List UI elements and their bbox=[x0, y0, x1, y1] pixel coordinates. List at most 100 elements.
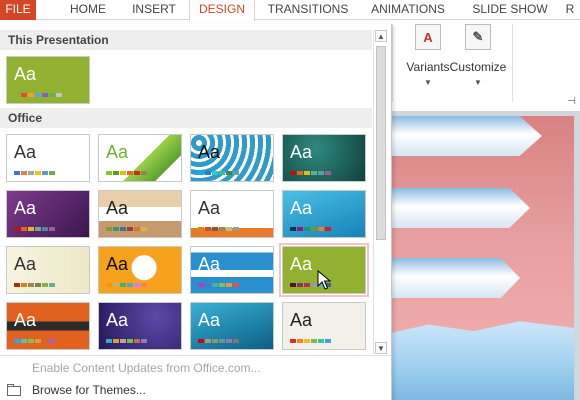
theme-thumb-organic[interactable]: Aa bbox=[98, 190, 182, 238]
slide-preview[interactable] bbox=[392, 116, 574, 400]
chevron-shape bbox=[392, 258, 520, 298]
color-swatch bbox=[134, 171, 140, 175]
scrollbar-thumb[interactable] bbox=[376, 46, 386, 240]
theme-thumb-frame[interactable]: Aa bbox=[98, 302, 182, 350]
pin-ribbon-icon[interactable]: ⊣ bbox=[567, 96, 576, 107]
color-swatch bbox=[141, 283, 147, 287]
color-swatch bbox=[28, 171, 34, 175]
theme-thumb-slice[interactable]: Aa bbox=[282, 190, 366, 238]
tab-file[interactable]: FILE bbox=[0, 0, 36, 20]
color-swatch bbox=[290, 283, 296, 287]
ribbon-tab-bar: FILE HOME INSERT DESIGN TRANSITIONS ANIM… bbox=[0, 0, 580, 21]
color-swatch bbox=[35, 93, 41, 97]
theme-thumb-ion[interactable]: Aa bbox=[6, 190, 90, 238]
color-swatch bbox=[198, 171, 204, 175]
theme-thumb-current[interactable]: Aa bbox=[6, 56, 90, 104]
customize-button[interactable]: ✎ Customize ▼ bbox=[448, 24, 508, 87]
color-swatch bbox=[14, 339, 20, 343]
theme-color-swatches bbox=[198, 339, 240, 343]
color-swatch bbox=[205, 227, 211, 231]
theme-aa-text: Aa bbox=[290, 142, 313, 162]
section-this-presentation: This Presentation bbox=[0, 30, 372, 50]
color-swatch bbox=[127, 171, 133, 175]
ribbon-separator bbox=[512, 24, 513, 102]
theme-color-swatches bbox=[198, 283, 240, 287]
color-swatch bbox=[290, 339, 296, 343]
theme-thumb-integral[interactable]: Aa bbox=[190, 134, 274, 182]
color-swatch bbox=[141, 227, 147, 231]
color-swatch bbox=[120, 283, 126, 287]
gallery-scrollbar[interactable]: ▲ ▼ bbox=[373, 30, 387, 354]
theme-aa-text: Aa bbox=[290, 310, 313, 330]
color-swatch bbox=[21, 283, 27, 287]
color-swatch bbox=[311, 227, 317, 231]
theme-thumb-retrospect[interactable]: Aa bbox=[190, 190, 274, 238]
color-swatch bbox=[14, 93, 20, 97]
color-swatch bbox=[14, 227, 20, 231]
color-swatch bbox=[205, 283, 211, 287]
color-swatch bbox=[205, 339, 211, 343]
color-swatch bbox=[21, 227, 27, 231]
color-swatch bbox=[42, 283, 48, 287]
color-swatch bbox=[42, 171, 48, 175]
color-swatch bbox=[42, 93, 48, 97]
color-swatch bbox=[325, 339, 331, 343]
theme-thumb-main-event[interactable]: Aa bbox=[190, 302, 274, 350]
theme-thumb-ion-boardroom[interactable]: Aa bbox=[282, 134, 366, 182]
color-swatch bbox=[198, 339, 204, 343]
scroll-up-icon[interactable]: ▲ bbox=[375, 30, 387, 42]
theme-aa-text: Aa bbox=[290, 198, 313, 218]
theme-thumb-facet[interactable]: Aa bbox=[98, 134, 182, 182]
color-swatch bbox=[297, 171, 303, 175]
theme-thumb-mesh[interactable]: Aa bbox=[282, 302, 366, 350]
color-swatch bbox=[35, 339, 41, 343]
color-swatch bbox=[198, 283, 204, 287]
tab-home[interactable]: HOME bbox=[58, 0, 118, 20]
color-swatch bbox=[304, 227, 310, 231]
theme-thumb-celestial[interactable]: Aa bbox=[190, 246, 274, 294]
color-swatch bbox=[212, 171, 218, 175]
color-swatch bbox=[233, 339, 239, 343]
enable-content-updates-item[interactable]: Enable Content Updates from Office.com..… bbox=[0, 357, 391, 379]
tab-transitions[interactable]: TRANSITIONS bbox=[261, 0, 355, 20]
color-swatch bbox=[311, 171, 317, 175]
tab-slide-show[interactable]: SLIDE SHOW bbox=[466, 0, 554, 20]
wave-graphic bbox=[392, 321, 574, 400]
color-swatch bbox=[226, 283, 232, 287]
color-swatch bbox=[42, 227, 48, 231]
theme-aa-text: Aa bbox=[198, 310, 221, 330]
color-swatch bbox=[35, 227, 41, 231]
color-swatch bbox=[28, 227, 34, 231]
theme-color-swatches bbox=[106, 227, 148, 231]
color-swatch bbox=[325, 227, 331, 231]
tab-review[interactable]: R bbox=[560, 0, 580, 20]
theme-thumb-office-theme[interactable]: Aa bbox=[6, 134, 90, 182]
color-swatch bbox=[28, 93, 34, 97]
color-swatch bbox=[113, 283, 119, 287]
theme-thumb-berlin[interactable]: Aa bbox=[98, 246, 182, 294]
theme-color-swatches bbox=[290, 227, 332, 231]
tab-design[interactable]: DESIGN bbox=[189, 0, 255, 21]
menu-divider bbox=[0, 355, 391, 356]
color-swatch bbox=[318, 171, 324, 175]
color-swatch bbox=[21, 93, 27, 97]
color-swatch bbox=[304, 283, 310, 287]
color-swatch bbox=[56, 93, 62, 97]
theme-aa-text: Aa bbox=[198, 198, 221, 218]
color-swatch bbox=[106, 283, 112, 287]
color-swatch bbox=[233, 227, 239, 231]
color-swatch bbox=[127, 283, 133, 287]
color-swatch bbox=[127, 339, 133, 343]
color-swatch bbox=[212, 283, 218, 287]
browse-for-themes-item[interactable]: Browse for Themes... bbox=[0, 379, 391, 400]
theme-thumb-droplet[interactable]: Aa bbox=[6, 302, 90, 350]
scroll-down-icon[interactable]: ▼ bbox=[375, 342, 387, 354]
color-swatch bbox=[219, 283, 225, 287]
theme-thumb-wisp[interactable]: Aa bbox=[6, 246, 90, 294]
theme-color-swatches bbox=[106, 283, 148, 287]
tab-animations[interactable]: ANIMATIONS bbox=[362, 0, 454, 20]
color-swatch bbox=[226, 171, 232, 175]
tab-insert[interactable]: INSERT bbox=[124, 0, 184, 20]
theme-color-swatches bbox=[106, 171, 148, 175]
color-swatch bbox=[113, 339, 119, 343]
